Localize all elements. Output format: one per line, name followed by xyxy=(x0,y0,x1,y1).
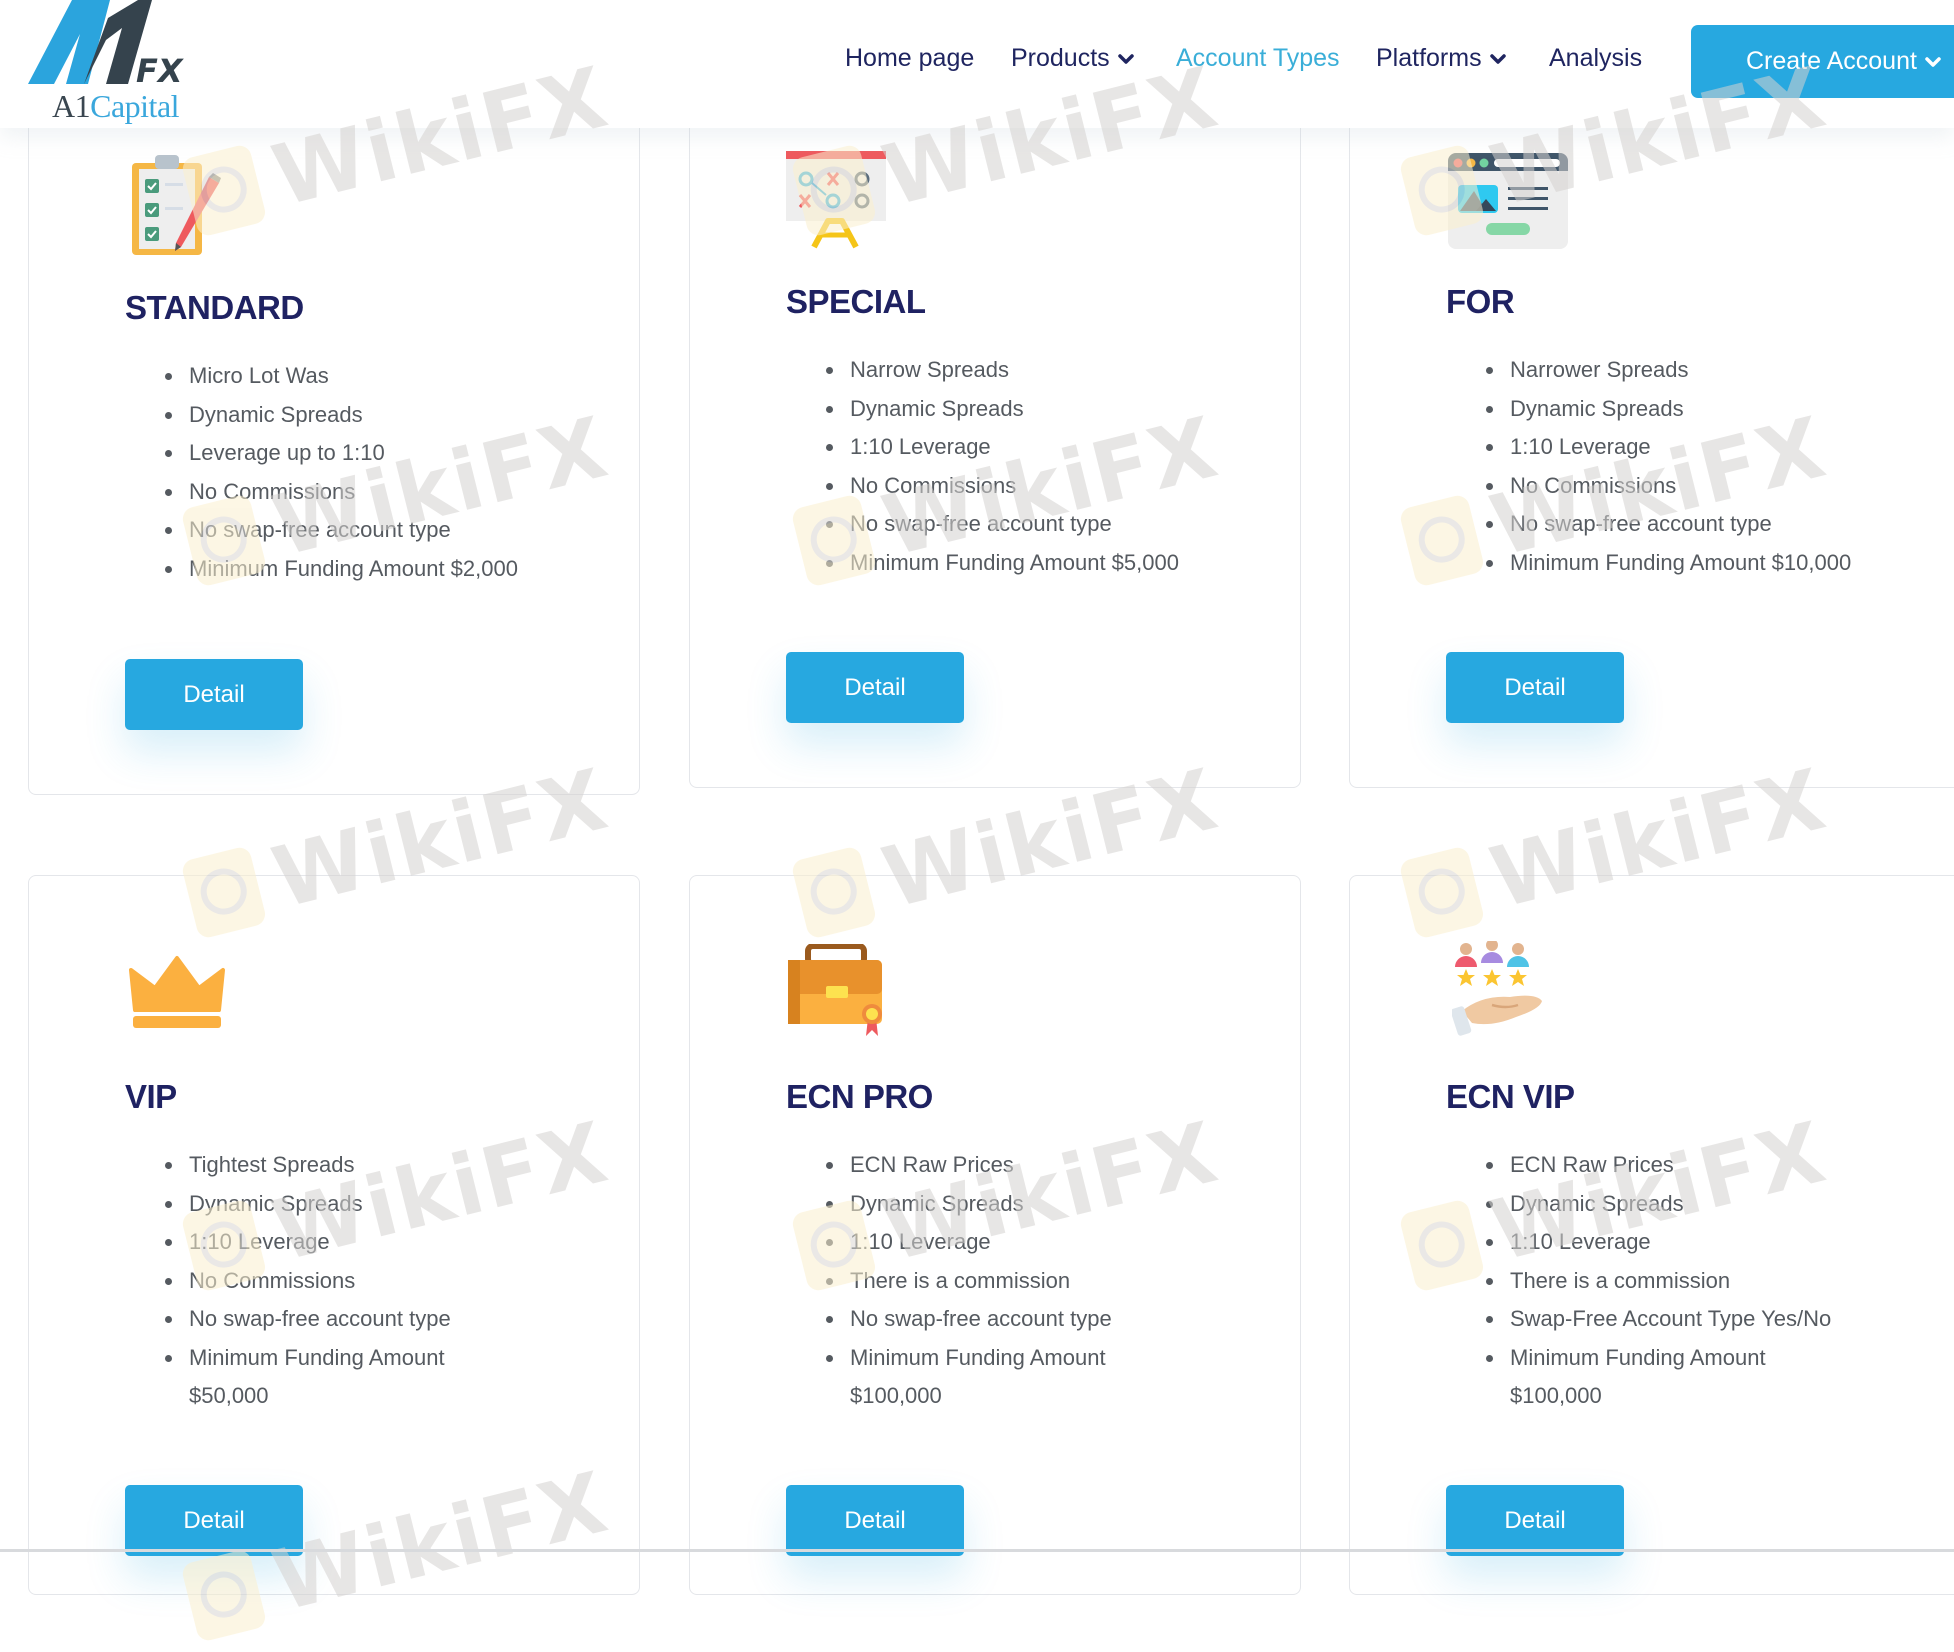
clipboard-checklist-icon xyxy=(129,151,223,262)
feature-list: ECN Raw Prices Dynamic Spreads 1:10 Leve… xyxy=(1486,1146,1850,1416)
feature-item: Minimum Funding Amount $2,000 xyxy=(165,550,518,589)
feature-list: Narrower Spreads Dynamic Spreads 1:10 Le… xyxy=(1485,351,1851,583)
detail-button-label: Detail xyxy=(183,680,245,708)
feature-item: There is a commission xyxy=(1486,1262,1850,1301)
feature-item: No swap-free account type xyxy=(826,1300,1150,1339)
logo-capital-text: Capital xyxy=(90,88,180,124)
account-card-ecn-vip: ECN VIP ECN Raw Prices Dynamic Spreads 1… xyxy=(1349,875,1954,1595)
account-title: ECN PRO xyxy=(786,1078,933,1115)
feature-item: No swap-free account type xyxy=(165,1300,519,1339)
detail-button-label: Detail xyxy=(844,673,906,701)
feature-list: Narrow Spreads Dynamic Spreads 1:10 Leve… xyxy=(826,351,1179,583)
feature-list: ECN Raw Prices Dynamic Spreads 1:10 Leve… xyxy=(826,1146,1150,1416)
create-account-button[interactable]: Create Account xyxy=(1691,25,1954,98)
feature-item: Dynamic Spreads xyxy=(826,1185,1150,1224)
feature-item: No Commissions xyxy=(165,1262,519,1301)
account-title: FOR xyxy=(1446,283,1515,320)
nav-home-page[interactable]: Home page xyxy=(845,44,974,73)
feature-item: Swap-Free Account Type Yes/No xyxy=(1486,1300,1850,1339)
detail-button-label: Detail xyxy=(1504,673,1566,701)
logo-fx-text: FX xyxy=(136,52,184,90)
account-card-ecn-pro: ECN PRO ECN Raw Prices Dynamic Spreads 1… xyxy=(689,875,1301,1595)
feature-item: 1:10 Leverage xyxy=(165,1223,519,1262)
chevron-down-icon xyxy=(1925,56,1941,67)
feature-item: Narrow Spreads xyxy=(826,351,1179,390)
feature-item: Narrower Spreads xyxy=(1485,351,1851,390)
feature-item: 1:10 Leverage xyxy=(826,1223,1150,1262)
strategy-board-icon xyxy=(786,151,886,256)
a1-capital-logo[interactable]: FX A1Capital xyxy=(26,0,226,128)
feature-item: ECN Raw Prices xyxy=(826,1146,1150,1185)
chevron-down-icon xyxy=(1489,53,1506,64)
feature-item: Leverage up to 1:10 xyxy=(165,434,518,473)
a1fx-logo-mark-icon: FX xyxy=(28,0,184,90)
feature-item: Minimum Funding Amount $100,000 xyxy=(826,1339,1150,1416)
account-title: VIP xyxy=(125,1078,177,1115)
detail-button-special[interactable]: Detail xyxy=(786,652,964,723)
feature-item: No Commissions xyxy=(165,473,518,512)
site-header: FX A1Capital Home page Products Account … xyxy=(0,0,1954,128)
account-card-standard: STANDARD Micro Lot Was Dynamic Spreads L… xyxy=(28,110,640,795)
account-card-vip: VIP Tightest Spreads Dynamic Spreads 1:1… xyxy=(28,875,640,1595)
feature-item: Dynamic Spreads xyxy=(1486,1185,1850,1224)
feature-item: Dynamic Spreads xyxy=(1485,390,1851,429)
nav-analysis-label: Analysis xyxy=(1549,44,1643,72)
feature-item: 1:10 Leverage xyxy=(826,428,1179,467)
feature-list: Tightest Spreads Dynamic Spreads 1:10 Le… xyxy=(165,1146,519,1416)
nav-products[interactable]: Products xyxy=(1011,44,1134,73)
feature-item: No swap-free account type xyxy=(165,511,518,550)
nav-platforms[interactable]: Platforms xyxy=(1376,44,1506,73)
feature-item: Minimum Funding Amount $50,000 xyxy=(165,1339,519,1416)
detail-button-standard[interactable]: Detail xyxy=(125,659,303,730)
nav-account-types-label: Account Types xyxy=(1176,44,1340,72)
account-title: STANDARD xyxy=(125,289,304,326)
detail-button-ecn-pro[interactable]: Detail xyxy=(786,1485,964,1556)
feature-item: Minimum Funding Amount $10,000 xyxy=(1485,544,1851,583)
detail-button-for[interactable]: Detail xyxy=(1446,652,1624,723)
feature-item: Dynamic Spreads xyxy=(826,390,1179,429)
nav-analysis[interactable]: Analysis xyxy=(1549,44,1642,73)
account-title: SPECIAL xyxy=(786,283,926,320)
logo-a1-text: A1 xyxy=(52,88,91,124)
feature-item: No Commissions xyxy=(1485,467,1851,506)
logo-wordmark: A1Capital xyxy=(52,88,180,125)
nav-account-types[interactable]: Account Types xyxy=(1176,44,1340,73)
feature-item: Micro Lot Was xyxy=(165,357,518,396)
detail-button-ecn-vip[interactable]: Detail xyxy=(1446,1485,1624,1556)
hand-rated-users-icon xyxy=(1450,939,1546,1042)
feature-item: Minimum Funding Amount $100,000 xyxy=(1486,1339,1850,1416)
account-card-special: SPECIAL Narrow Spreads Dynamic Spreads 1… xyxy=(689,110,1301,788)
crown-icon xyxy=(127,954,227,1035)
feature-item: No Commissions xyxy=(826,467,1179,506)
feature-item: There is a commission xyxy=(826,1262,1150,1301)
feature-item: ECN Raw Prices xyxy=(1486,1146,1850,1185)
feature-item: Tightest Spreads xyxy=(165,1146,519,1185)
feature-item: Dynamic Spreads xyxy=(165,1185,519,1224)
account-title: ECN VIP xyxy=(1446,1078,1575,1115)
feature-item: Dynamic Spreads xyxy=(165,396,518,435)
feature-item: No swap-free account type xyxy=(826,505,1179,544)
feature-item: 1:10 Leverage xyxy=(1486,1223,1850,1262)
nav-home-page-label: Home page xyxy=(845,44,975,72)
detail-button-label: Detail xyxy=(1504,1506,1566,1534)
nav-products-label: Products xyxy=(1011,44,1110,72)
feature-list: Micro Lot Was Dynamic Spreads Leverage u… xyxy=(165,357,518,589)
detail-button-label: Detail xyxy=(844,1506,906,1534)
detail-button-vip[interactable]: Detail xyxy=(125,1485,303,1556)
chevron-down-icon xyxy=(1117,53,1134,64)
feature-item: No swap-free account type xyxy=(1485,505,1851,544)
briefcase-award-icon xyxy=(786,943,890,1041)
detail-button-label: Detail xyxy=(183,1506,245,1534)
feature-item: Minimum Funding Amount $5,000 xyxy=(826,544,1179,583)
browser-window-icon xyxy=(1446,151,1570,256)
nav-platforms-label: Platforms xyxy=(1376,44,1482,72)
feature-item: 1:10 Leverage xyxy=(1485,428,1851,467)
create-account-label: Create Account xyxy=(1746,47,1917,75)
account-card-for: FOR Narrower Spreads Dynamic Spreads 1:1… xyxy=(1349,110,1954,788)
